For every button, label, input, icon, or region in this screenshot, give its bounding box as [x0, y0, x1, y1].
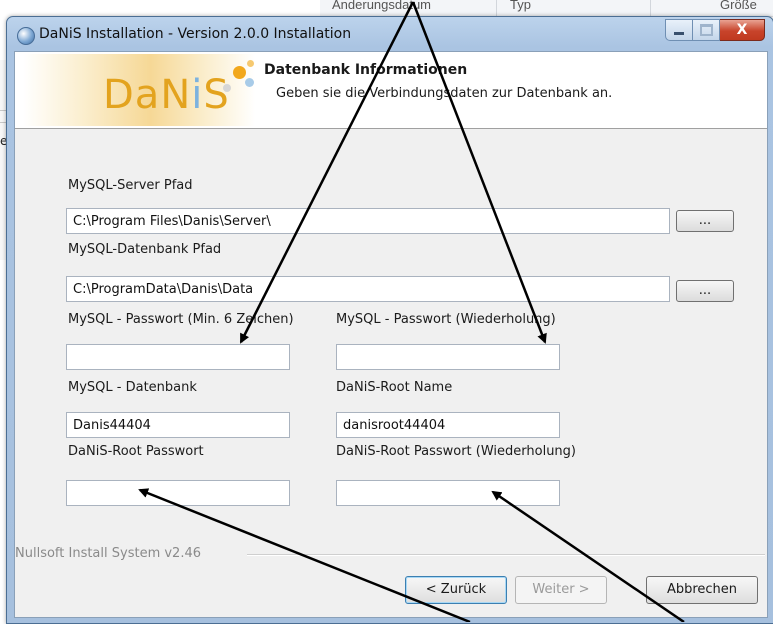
installer-window: DaNiS Installation - Version 2.0.0 Insta…	[6, 16, 773, 624]
title-bar[interactable]: DaNiS Installation - Version 2.0.0 Insta…	[7, 17, 773, 51]
close-icon: X	[736, 22, 748, 38]
nsis-branding: Nullsoft Install System v2.46	[15, 546, 202, 561]
minimize-button[interactable]	[665, 19, 693, 41]
cancel-button[interactable]: Abbrechen	[646, 576, 758, 604]
installer-app-icon	[17, 27, 35, 45]
mysql-database-label: MySQL - Datenbank	[68, 380, 197, 395]
root-password-label: DaNiS-Root Passwort	[68, 444, 204, 459]
db-path-label: MySQL-Datenbank Pfad	[68, 242, 222, 257]
close-button[interactable]: X	[720, 19, 765, 41]
wizard-header: DaNiS Datenbank Informationen Geben sie …	[15, 52, 767, 129]
logo-dot-small	[247, 60, 254, 67]
mysql-password-repeat-input[interactable]	[336, 344, 560, 370]
logo-dot-orange	[233, 66, 246, 79]
column-size[interactable]: Größe	[720, 0, 757, 12]
mysql-password-repeat-label: MySQL - Passwort (Wiederholung)	[336, 312, 556, 327]
danis-logo: DaNiS	[23, 54, 255, 126]
server-path-label: MySQL-Server Pfad	[68, 178, 193, 193]
maximize-icon	[699, 24, 713, 36]
minimize-icon	[674, 31, 684, 35]
root-password-repeat-input[interactable]	[336, 480, 560, 506]
mysql-database-input[interactable]: Danis44404	[66, 412, 290, 438]
back-button[interactable]: < Zurück	[405, 576, 507, 604]
column-type[interactable]: Typ	[510, 0, 531, 12]
window-controls: X	[665, 19, 765, 41]
maximize-button	[693, 19, 720, 41]
root-name-input[interactable]: danisroot44404	[336, 412, 560, 438]
logo-dot-blue	[245, 78, 254, 87]
next-button[interactable]: Weiter >	[515, 576, 607, 604]
server-path-browse-button[interactable]: ...	[676, 210, 734, 232]
root-name-label: DaNiS-Root Name	[336, 380, 453, 395]
logo-wordmark: DaNiS	[103, 72, 230, 118]
page-subtitle: Geben sie die Verbindungsdaten zur Daten…	[276, 86, 613, 101]
db-path-browse-button[interactable]: ...	[676, 280, 734, 302]
root-password-input[interactable]	[66, 480, 290, 506]
explorer-column-header: Änderungsdatum Typ Größe	[320, 0, 773, 17]
mysql-password-input[interactable]	[66, 344, 290, 370]
db-path-input[interactable]: C:\ProgramData\Danis\Data	[66, 276, 670, 302]
dialog-client-area: DaNiS Datenbank Informationen Geben sie …	[14, 51, 768, 618]
page-title: Datenbank Informationen	[264, 62, 468, 78]
server-path-input[interactable]: C:\Program Files\Danis\Server\	[66, 208, 670, 234]
column-modified-date[interactable]: Änderungsdatum	[332, 0, 431, 12]
window-title: DaNiS Installation - Version 2.0.0 Insta…	[39, 26, 352, 42]
root-password-repeat-label: DaNiS-Root Passwort (Wiederholung)	[336, 444, 576, 459]
footer-divider	[247, 554, 765, 556]
mysql-password-label: MySQL - Passwort (Min. 6 Zeichen)	[68, 312, 294, 327]
